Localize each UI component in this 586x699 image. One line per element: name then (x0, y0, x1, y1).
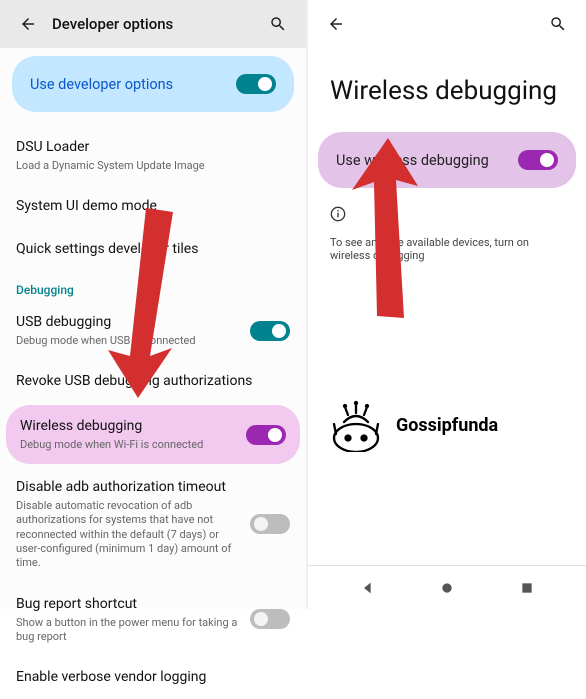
info-text: To see and use available devices, turn o… (330, 236, 564, 262)
bug-report-shortcut-switch[interactable] (250, 609, 290, 629)
use-wireless-debugging-toggle[interactable]: Use wireless debugging (318, 132, 576, 188)
use-developer-options-label: Use developer options (30, 76, 173, 93)
disable-adb-timeout-switch[interactable] (250, 514, 290, 534)
page-title: Wireless debugging (308, 48, 586, 124)
quick-settings-tiles-title: Quick settings developer tiles (16, 240, 290, 259)
back-arrow-icon (19, 15, 37, 33)
back-button[interactable] (316, 4, 356, 44)
usb-debugging-title: USB debugging (16, 313, 242, 332)
verbose-vendor-logging-item[interactable]: Enable verbose vendor logging (0, 656, 306, 699)
nav-home-icon (439, 580, 455, 596)
system-ui-demo-title: System UI demo mode (16, 197, 290, 216)
gossipfunda-logo-text: Gossipfunda (396, 415, 498, 436)
dsu-loader-subtitle: Load a Dynamic System Update Image (16, 159, 290, 173)
page-title: Developer options (52, 15, 173, 33)
disable-adb-timeout-item[interactable]: Disable adb authorization timeout Disabl… (0, 466, 306, 582)
disable-adb-timeout-title: Disable adb authorization timeout (16, 478, 242, 497)
system-ui-demo-item[interactable]: System UI demo mode (0, 185, 306, 228)
disable-adb-timeout-subtitle: Disable automatic revocation of adb auth… (16, 499, 242, 570)
switch-on-icon (236, 74, 276, 94)
bug-report-shortcut-title: Bug report shortcut (16, 595, 242, 614)
wireless-debugging-screen: Wireless debugging Use wireless debuggin… (306, 0, 586, 609)
use-developer-options-toggle[interactable]: Use developer options (12, 56, 294, 112)
verbose-vendor-logging-title: Enable verbose vendor logging (16, 668, 290, 687)
info-icon (330, 206, 564, 226)
nav-recent-icon (520, 581, 534, 595)
nav-home-button[interactable] (427, 568, 467, 608)
usb-debugging-subtitle: Debug mode when USB is connected (16, 334, 242, 348)
bug-report-shortcut-subtitle: Show a button in the power menu for taki… (16, 616, 242, 645)
back-button[interactable] (8, 4, 48, 44)
wireless-debugging-switch[interactable] (246, 425, 286, 445)
gossipfunda-logo: Gossipfunda (326, 398, 498, 452)
nav-back-button[interactable] (348, 568, 388, 608)
search-button[interactable] (258, 4, 298, 44)
usb-debugging-switch[interactable] (250, 321, 290, 341)
bug-report-shortcut-item[interactable]: Bug report shortcut Show a button in the… (0, 583, 306, 656)
search-icon (549, 15, 567, 33)
info-section: To see and use available devices, turn o… (308, 188, 586, 280)
app-bar (308, 0, 586, 48)
revoke-usb-auth-item[interactable]: Revoke USB debugging authorizations (0, 360, 306, 403)
search-button[interactable] (538, 4, 578, 44)
section-header-debugging: Debugging (0, 271, 306, 301)
wireless-debugging-item[interactable]: Wireless debugging Debug mode when Wi-Fi… (6, 405, 300, 464)
use-wireless-debugging-switch[interactable] (518, 150, 558, 170)
back-arrow-icon (327, 15, 345, 33)
wireless-debugging-title: Wireless debugging (20, 417, 225, 436)
quick-settings-tiles-item[interactable]: Quick settings developer tiles (0, 228, 306, 271)
revoke-usb-auth-title: Revoke USB debugging authorizations (16, 372, 290, 391)
dsu-loader-item[interactable]: DSU Loader Load a Dynamic System Update … (0, 126, 306, 185)
usb-debugging-item[interactable]: USB debugging Debug mode when USB is con… (0, 301, 306, 360)
nav-recent-button[interactable] (507, 568, 547, 608)
search-icon (269, 15, 287, 33)
dsu-loader-title: DSU Loader (16, 138, 290, 157)
developer-options-screen: Developer options Use developer options … (0, 0, 306, 609)
gossipfunda-logo-icon (326, 398, 386, 452)
system-nav-bar (308, 565, 586, 609)
nav-back-icon (360, 580, 376, 596)
use-wireless-debugging-label: Use wireless debugging (336, 152, 489, 169)
wireless-debugging-subtitle: Debug mode when Wi-Fi is connected (20, 438, 225, 452)
app-bar: Developer options (0, 0, 306, 48)
